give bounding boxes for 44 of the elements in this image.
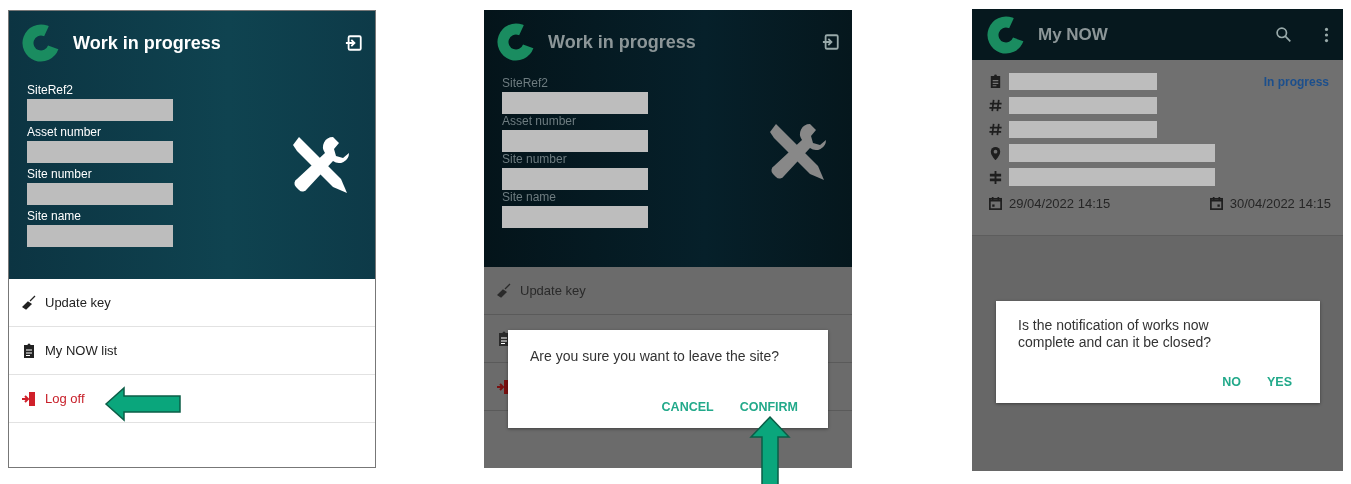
location-pin-icon: [988, 145, 1003, 161]
field-label: SiteRef2: [502, 76, 550, 90]
clipboard-icon: [21, 342, 37, 359]
field-label: Site name: [27, 209, 83, 223]
field-label: Site number: [27, 167, 93, 181]
dialog-message: Is the notification of works now complete and can it be closed?: [1018, 317, 1212, 351]
logo-icon: [986, 14, 1026, 55]
field-label: Asset number: [502, 114, 578, 128]
hash-icon: [988, 121, 1003, 137]
clipboard-icon: [988, 73, 1003, 89]
dialog-message: Are you sure you want to leave the site?: [530, 348, 781, 365]
dialog-button[interactable]: NO: [1214, 371, 1249, 393]
signpost-icon: [988, 169, 1003, 185]
exit-icon[interactable]: [822, 33, 840, 51]
menu-item[interactable]: My NOW list: [45, 343, 118, 358]
dialog-button[interactable]: YES: [1259, 371, 1300, 393]
field-label: SiteRef2: [27, 83, 75, 97]
field-label: Site number: [502, 152, 568, 166]
calendar-icon: [1208, 196, 1224, 211]
hash-icon: [988, 97, 1003, 113]
menu-item[interactable]: Log off: [45, 391, 85, 406]
screen-title: My NOW: [1038, 24, 1109, 45]
pointer-arrow: [749, 415, 791, 484]
screen-title: Work in progress: [548, 31, 697, 53]
date-text: 29/04/2022 14:15: [1009, 196, 1111, 211]
field-label: Asset number: [27, 125, 103, 139]
menu-item[interactable]: Update key: [520, 283, 586, 298]
notification-card[interactable]: In progress 29/04/2022 14:15 30/04/2022 14:15: [972, 60, 1343, 236]
dialog-button[interactable]: CANCEL: [653, 396, 722, 418]
calendar-icon: [988, 196, 1003, 211]
key-icon: [21, 294, 37, 311]
field-label: Site name: [502, 190, 558, 204]
status-label: In progress: [1263, 75, 1329, 89]
dialog-button[interactable]: CONFIRM: [731, 396, 806, 418]
date-text: 30/04/2022 14:15: [1229, 196, 1331, 211]
logo-icon: [496, 22, 536, 62]
logoff-icon: [21, 390, 37, 407]
search-icon[interactable]: [1275, 26, 1292, 43]
screen-title: Work in progress: [73, 32, 222, 54]
key-icon: [496, 282, 512, 299]
more-icon[interactable]: [1324, 26, 1329, 43]
menu-item[interactable]: Update key: [45, 295, 111, 310]
logo-icon: [21, 23, 61, 63]
exit-icon[interactable]: [345, 34, 363, 52]
